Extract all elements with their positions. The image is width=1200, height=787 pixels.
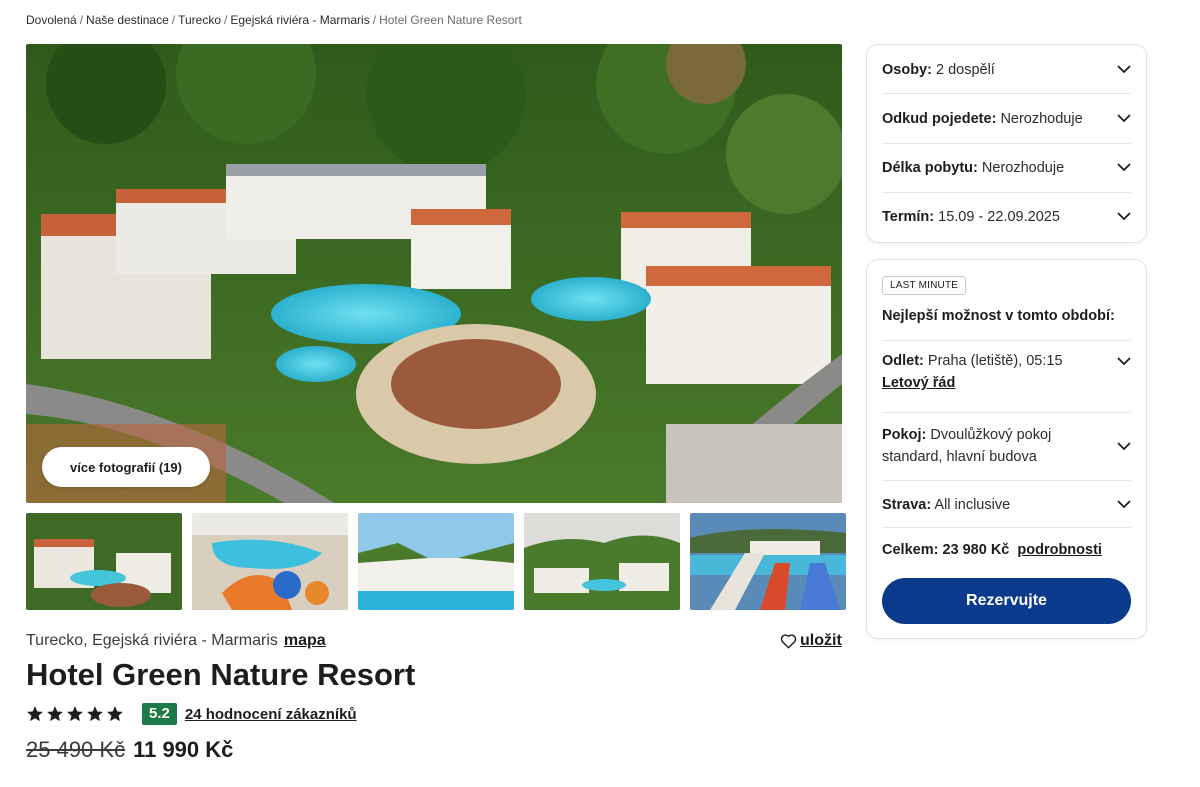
chevron-down-icon: [1117, 114, 1131, 123]
hotel-name: Hotel Green Nature Resort: [26, 657, 416, 692]
offer-heading: Nejlepší možnost v tomto období:: [882, 308, 1115, 324]
breadcrumb-item[interactable]: Naše destinace: [86, 13, 169, 27]
departure-select[interactable]: Odkud pojedete: Nerozhoduje: [882, 106, 1131, 131]
chevron-down-icon: [1117, 500, 1131, 509]
persons-select[interactable]: Osoby: 2 dospělí: [882, 57, 1131, 82]
breadcrumb-item[interactable]: Turecko: [178, 13, 221, 27]
breadcrumb-item[interactable]: Dovolená: [26, 13, 77, 27]
chevron-down-icon: [1117, 65, 1131, 74]
thumbnail[interactable]: [358, 513, 514, 610]
flight-select[interactable]: Odlet: Praha (letiště), 05:15 Letový řád: [882, 350, 1131, 400]
chevron-down-icon: [1117, 441, 1131, 450]
star-icon: [67, 706, 83, 722]
chevron-down-icon: [1117, 163, 1131, 172]
map-link[interactable]: mapa: [284, 632, 326, 649]
breadcrumb-current: Hotel Green Nature Resort: [379, 13, 522, 27]
main-hotel-photo[interactable]: [26, 44, 842, 503]
last-minute-badge: LAST MINUTE: [882, 276, 967, 295]
more-photos-button[interactable]: více fotografií (19): [42, 447, 210, 487]
chevron-down-icon: [1117, 212, 1131, 221]
star-rating: [26, 705, 124, 723]
flight-schedule-link[interactable]: Letový řád: [882, 375, 955, 391]
heart-icon: [780, 634, 797, 649]
total-value: 23 980 Kč: [942, 542, 1010, 558]
search-filters-panel: Osoby: 2 dospělí Odkud pojedete: Nerozho…: [866, 44, 1147, 243]
reviews-link[interactable]: 24 hodnocení zákazníků: [185, 706, 357, 723]
price-row: 25 490 Kč 11 990 Kč: [26, 737, 233, 763]
flight-value: Praha (letiště), 05:15: [927, 353, 1063, 369]
save-label: uložit: [800, 632, 842, 649]
star-icon: [107, 706, 123, 722]
chevron-down-icon: [1117, 357, 1131, 366]
hotel-location: Turecko, Egejská riviéra - Marmaris mapa: [26, 632, 326, 650]
board-value: All inclusive: [934, 496, 1011, 513]
persons-value: 2 dospělí: [935, 61, 995, 78]
star-icon: [87, 706, 103, 722]
room-select[interactable]: Pokoj: Dvoulůžkový pokoj standard, hlavn…: [882, 424, 1131, 468]
board-select[interactable]: Strava: All inclusive: [882, 492, 1131, 517]
date-select[interactable]: Termín: 15.09 - 22.09.2025: [882, 204, 1131, 229]
location-text: Turecko, Egejská riviéra - Marmaris: [26, 632, 278, 649]
reserve-button[interactable]: Rezervujte: [882, 578, 1131, 624]
save-button[interactable]: uložit: [780, 632, 842, 650]
current-price: 11 990 Kč: [133, 737, 234, 762]
breadcrumb-item[interactable]: Egejská riviéra - Marmaris: [230, 13, 369, 27]
old-price: 25 490 Kč: [26, 737, 126, 762]
thumbnail[interactable]: [192, 513, 348, 610]
details-link[interactable]: podrobnosti: [1017, 542, 1102, 558]
thumbnail[interactable]: [524, 513, 680, 610]
total-price: Celkem: 23 980 Kč podrobnosti: [882, 542, 1102, 558]
thumbnail[interactable]: [26, 513, 182, 610]
breadcrumb: Dovolená / Naše destinace / Turecko / Egejská …: [26, 13, 522, 27]
length-value: Nerozhoduje: [981, 159, 1065, 176]
score-badge: 5.2: [142, 703, 177, 725]
departure-value: Nerozhoduje: [1000, 110, 1083, 127]
date-value: 15.09 - 22.09.2025: [938, 208, 1060, 225]
star-icon: [47, 706, 63, 722]
star-icon: [27, 706, 43, 722]
thumbnail[interactable]: [690, 513, 846, 610]
length-select[interactable]: Délka pobytu: Nerozhoduje: [882, 155, 1131, 180]
offer-panel: LAST MINUTE Nejlepší možnost v tomto obd…: [866, 259, 1147, 639]
rating-row: 5.2 24 hodnocení zákazníků: [26, 702, 357, 726]
thumbnail-strip: [26, 513, 846, 610]
